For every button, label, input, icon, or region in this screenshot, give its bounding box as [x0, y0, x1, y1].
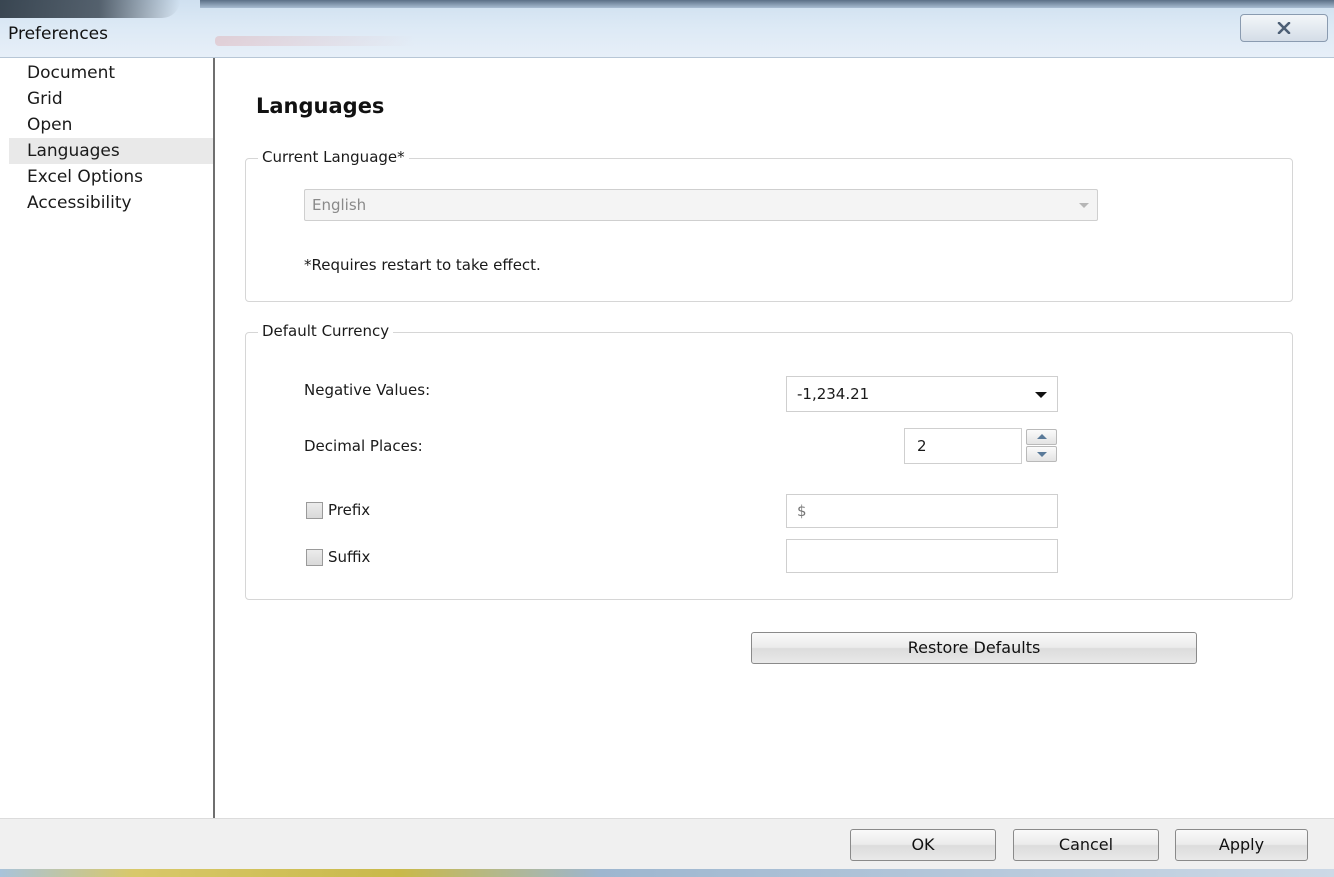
- sidebar-item-grid[interactable]: Grid: [9, 86, 213, 112]
- prefix-checkbox[interactable]: [306, 502, 323, 519]
- default-currency-group: Default Currency: [245, 322, 1293, 600]
- titlebar-decoration: [0, 0, 180, 18]
- close-button[interactable]: [1240, 14, 1328, 42]
- current-language-group: Current Language*: [245, 148, 1293, 302]
- suffix-checkbox[interactable]: [306, 549, 323, 566]
- page-title: Languages: [256, 94, 385, 118]
- arrow-up-icon: [1037, 434, 1047, 439]
- dialog-footer: OK Cancel Apply: [0, 818, 1334, 870]
- window-left-edge: [0, 58, 9, 818]
- suffix-input[interactable]: [786, 539, 1058, 573]
- sidebar-item-accessibility[interactable]: Accessibility: [9, 190, 213, 216]
- restore-defaults-button[interactable]: Restore Defaults: [751, 632, 1197, 664]
- title-bar: Preferences: [0, 0, 1334, 58]
- taskbar-strip: [0, 869, 1334, 877]
- negative-values-dropdown[interactable]: -1,234.21: [786, 376, 1058, 412]
- titlebar-ghost-text: [215, 36, 415, 46]
- language-dropdown[interactable]: English: [304, 189, 1098, 221]
- decimal-increment-button[interactable]: [1026, 429, 1057, 445]
- prefix-input[interactable]: [786, 494, 1058, 528]
- chevron-down-icon: [1035, 392, 1047, 398]
- close-icon: [1277, 22, 1291, 34]
- arrow-down-icon: [1037, 452, 1047, 457]
- sidebar-item-excel-options[interactable]: Excel Options: [9, 164, 213, 190]
- sidebar-item-document[interactable]: Document: [9, 60, 213, 86]
- prefix-label: Prefix: [328, 501, 371, 519]
- current-language-legend: Current Language*: [258, 148, 409, 166]
- chevron-down-icon: [1079, 203, 1089, 208]
- ok-button[interactable]: OK: [850, 829, 996, 861]
- settings-panel: Languages Current Language* English *Req…: [216, 58, 1334, 818]
- category-sidebar: Document Grid Open Languages Excel Optio…: [9, 58, 215, 818]
- sidebar-item-open[interactable]: Open: [9, 112, 213, 138]
- cancel-button[interactable]: Cancel: [1013, 829, 1159, 861]
- decimal-decrement-button[interactable]: [1026, 446, 1057, 462]
- decimal-places-label: Decimal Places:: [304, 437, 423, 455]
- decimal-places-input[interactable]: 2: [904, 428, 1022, 464]
- window-title: Preferences: [8, 24, 108, 44]
- restart-note: *Requires restart to take effect.: [304, 256, 541, 274]
- sidebar-item-languages[interactable]: Languages: [9, 138, 213, 164]
- default-currency-legend: Default Currency: [258, 322, 394, 340]
- negative-values-value: -1,234.21: [797, 385, 870, 403]
- negative-values-label: Negative Values:: [304, 381, 431, 399]
- apply-button[interactable]: Apply: [1175, 829, 1308, 861]
- suffix-label: Suffix: [328, 548, 371, 566]
- language-value: English: [312, 196, 367, 214]
- decimal-places-value: 2: [917, 437, 927, 455]
- titlebar-top-edge: [200, 0, 1334, 8]
